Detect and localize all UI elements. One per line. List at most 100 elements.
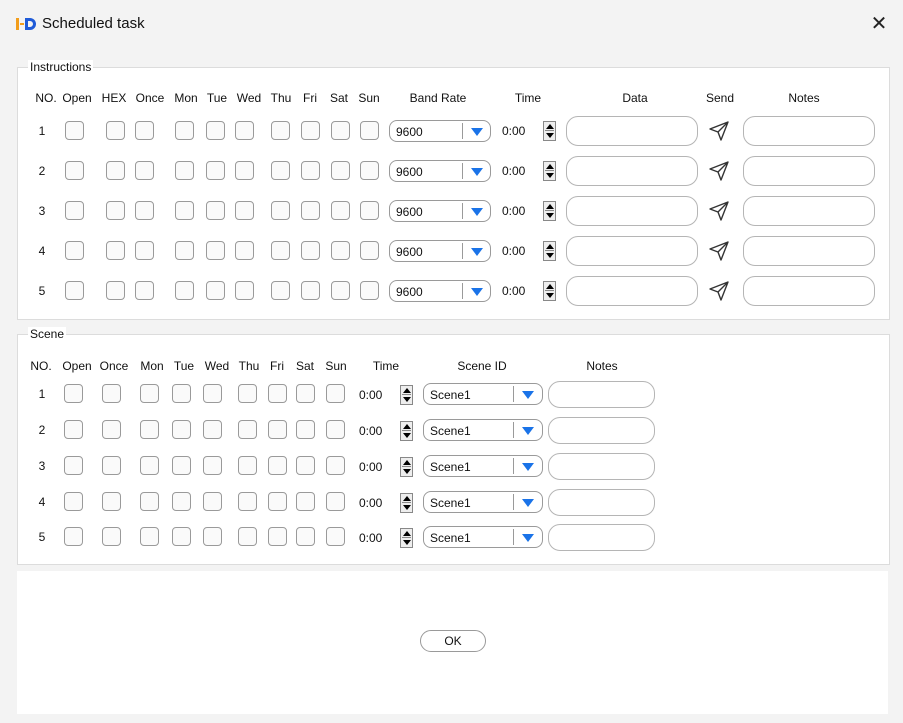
spin-down-icon[interactable] — [546, 173, 554, 178]
scene-id-select[interactable]: Scene1 — [423, 526, 543, 548]
spin-down-icon[interactable] — [546, 213, 554, 218]
time-spinner[interactable] — [400, 421, 413, 441]
instruction-fri-checkbox[interactable] — [301, 161, 320, 180]
chevron-down-icon[interactable] — [522, 391, 534, 399]
send-button[interactable] — [707, 239, 731, 263]
scene-notes-input[interactable] — [548, 417, 655, 444]
scene-open-checkbox[interactable] — [64, 456, 83, 475]
instruction-wed-checkbox[interactable] — [235, 121, 254, 140]
scene-thu-checkbox[interactable] — [238, 456, 257, 475]
scene-wed-checkbox[interactable] — [203, 492, 222, 511]
chevron-down-icon[interactable] — [471, 168, 483, 176]
instruction-data-input[interactable] — [566, 276, 698, 306]
chevron-down-icon[interactable] — [522, 427, 534, 435]
instruction-hex-checkbox[interactable] — [106, 241, 125, 260]
time-spinner[interactable] — [543, 241, 556, 261]
instruction-hex-checkbox[interactable] — [106, 121, 125, 140]
scene-once-checkbox[interactable] — [102, 492, 121, 511]
instruction-fri-checkbox[interactable] — [301, 241, 320, 260]
instruction-fri-checkbox[interactable] — [301, 121, 320, 140]
send-button[interactable] — [707, 279, 731, 303]
spin-down-icon[interactable] — [403, 397, 411, 402]
instruction-wed-checkbox[interactable] — [235, 161, 254, 180]
scene-mon-checkbox[interactable] — [140, 527, 159, 546]
scene-fri-checkbox[interactable] — [268, 456, 287, 475]
instruction-mon-checkbox[interactable] — [175, 161, 194, 180]
instruction-hex-checkbox[interactable] — [106, 161, 125, 180]
send-button[interactable] — [707, 199, 731, 223]
instruction-tue-checkbox[interactable] — [206, 281, 225, 300]
instruction-data-input[interactable] — [566, 156, 698, 186]
spin-up-icon[interactable] — [546, 124, 554, 129]
spin-down-icon[interactable] — [546, 253, 554, 258]
band-rate-select[interactable]: 9600 — [389, 200, 491, 222]
spin-up-icon[interactable] — [546, 244, 554, 249]
instruction-tue-checkbox[interactable] — [206, 121, 225, 140]
scene-time-field[interactable]: 0:00 — [355, 383, 417, 405]
spin-up-icon[interactable] — [403, 388, 411, 393]
scene-mon-checkbox[interactable] — [140, 492, 159, 511]
instruction-data-input[interactable] — [566, 236, 698, 266]
instruction-sun-checkbox[interactable] — [360, 241, 379, 260]
spin-up-icon[interactable] — [403, 496, 411, 501]
instruction-mon-checkbox[interactable] — [175, 241, 194, 260]
instruction-sat-checkbox[interactable] — [331, 201, 350, 220]
instruction-once-checkbox[interactable] — [135, 201, 154, 220]
spin-down-icon[interactable] — [546, 293, 554, 298]
scene-wed-checkbox[interactable] — [203, 456, 222, 475]
scene-time-field[interactable]: 0:00 — [355, 419, 417, 441]
instruction-mon-checkbox[interactable] — [175, 201, 194, 220]
band-rate-select[interactable]: 9600 — [389, 160, 491, 182]
instruction-wed-checkbox[interactable] — [235, 201, 254, 220]
chevron-down-icon[interactable] — [522, 463, 534, 471]
time-spinner[interactable] — [400, 528, 413, 548]
scene-thu-checkbox[interactable] — [238, 527, 257, 546]
time-spinner[interactable] — [400, 457, 413, 477]
instruction-thu-checkbox[interactable] — [271, 121, 290, 140]
spin-up-icon[interactable] — [546, 284, 554, 289]
scene-fri-checkbox[interactable] — [268, 492, 287, 511]
instruction-data-input[interactable] — [566, 196, 698, 226]
instruction-open-checkbox[interactable] — [65, 161, 84, 180]
scene-once-checkbox[interactable] — [102, 384, 121, 403]
spin-down-icon[interactable] — [403, 469, 411, 474]
band-rate-select[interactable]: 9600 — [389, 240, 491, 262]
chevron-down-icon[interactable] — [522, 499, 534, 507]
instruction-time-field[interactable]: 0:00 — [498, 239, 560, 261]
scene-fri-checkbox[interactable] — [268, 420, 287, 439]
instruction-time-field[interactable]: 0:00 — [498, 199, 560, 221]
instruction-mon-checkbox[interactable] — [175, 121, 194, 140]
instruction-tue-checkbox[interactable] — [206, 161, 225, 180]
scene-time-field[interactable]: 0:00 — [355, 491, 417, 513]
scene-sat-checkbox[interactable] — [296, 527, 315, 546]
instruction-sun-checkbox[interactable] — [360, 201, 379, 220]
instruction-sat-checkbox[interactable] — [331, 121, 350, 140]
scene-once-checkbox[interactable] — [102, 527, 121, 546]
instruction-sat-checkbox[interactable] — [331, 281, 350, 300]
instruction-thu-checkbox[interactable] — [271, 161, 290, 180]
scene-sun-checkbox[interactable] — [326, 420, 345, 439]
time-spinner[interactable] — [543, 121, 556, 141]
spin-down-icon[interactable] — [546, 133, 554, 138]
instruction-data-input[interactable] — [566, 116, 698, 146]
instruction-sun-checkbox[interactable] — [360, 121, 379, 140]
scene-notes-input[interactable] — [548, 524, 655, 551]
chevron-down-icon[interactable] — [471, 288, 483, 296]
scene-tue-checkbox[interactable] — [172, 384, 191, 403]
instruction-thu-checkbox[interactable] — [271, 241, 290, 260]
instruction-thu-checkbox[interactable] — [271, 201, 290, 220]
scene-sun-checkbox[interactable] — [326, 492, 345, 511]
scene-tue-checkbox[interactable] — [172, 492, 191, 511]
instruction-once-checkbox[interactable] — [135, 161, 154, 180]
instruction-time-field[interactable]: 0:00 — [498, 119, 560, 141]
chevron-down-icon[interactable] — [471, 128, 483, 136]
scene-thu-checkbox[interactable] — [238, 384, 257, 403]
instruction-fri-checkbox[interactable] — [301, 201, 320, 220]
instruction-sun-checkbox[interactable] — [360, 281, 379, 300]
scene-tue-checkbox[interactable] — [172, 456, 191, 475]
ok-button[interactable]: OK — [420, 630, 486, 652]
instruction-hex-checkbox[interactable] — [106, 281, 125, 300]
instruction-mon-checkbox[interactable] — [175, 281, 194, 300]
scene-mon-checkbox[interactable] — [140, 456, 159, 475]
scene-id-select[interactable]: Scene1 — [423, 491, 543, 513]
